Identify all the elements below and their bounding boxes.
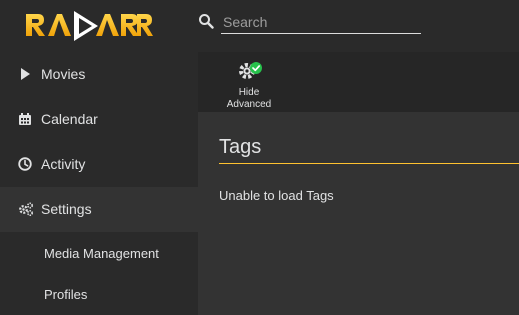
sidebar-item-settings[interactable]: Settings bbox=[0, 187, 198, 232]
calendar-icon bbox=[19, 113, 31, 125]
cogs-icon bbox=[19, 202, 34, 216]
hide-advanced-button[interactable]: Hide Advanced bbox=[220, 58, 278, 110]
play-icon bbox=[21, 68, 30, 80]
sidebar-item-calendar[interactable]: Calendar bbox=[0, 97, 198, 142]
sidebar-item-activity[interactable]: Activity bbox=[0, 142, 198, 187]
sidebar-item-label: Movies bbox=[41, 66, 86, 82]
sidebar-item-movies[interactable]: Movies bbox=[0, 52, 198, 97]
sidebar-item-label: Calendar bbox=[41, 111, 98, 127]
clock-icon bbox=[18, 157, 32, 171]
sidebar: Movies Calendar Activity Settings Media … bbox=[0, 52, 198, 315]
hide-advanced-label: Hide Advanced bbox=[226, 87, 272, 110]
sidebar-item-label: Activity bbox=[41, 156, 86, 172]
sidebar-item-label: Settings bbox=[41, 201, 92, 217]
sidebar-subitem-profiles[interactable]: Profiles bbox=[0, 275, 198, 315]
page-title: Tags bbox=[219, 136, 262, 158]
radarr-logo[interactable] bbox=[24, 6, 154, 46]
search-input[interactable] bbox=[221, 10, 421, 34]
title-underline bbox=[219, 163, 519, 164]
page-toolbar: Hide Advanced bbox=[198, 52, 519, 112]
main-content: Tags Unable to load Tags bbox=[198, 112, 519, 315]
gear-check-icon bbox=[239, 62, 262, 79]
sidebar-subitem-label: Media Management bbox=[44, 246, 159, 261]
search-icon bbox=[199, 14, 214, 29]
sidebar-subitem-label: Profiles bbox=[44, 287, 88, 302]
error-message: Unable to load Tags bbox=[219, 188, 334, 203]
sidebar-subitem-media-management[interactable]: Media Management bbox=[0, 234, 198, 274]
app-header bbox=[0, 0, 519, 52]
